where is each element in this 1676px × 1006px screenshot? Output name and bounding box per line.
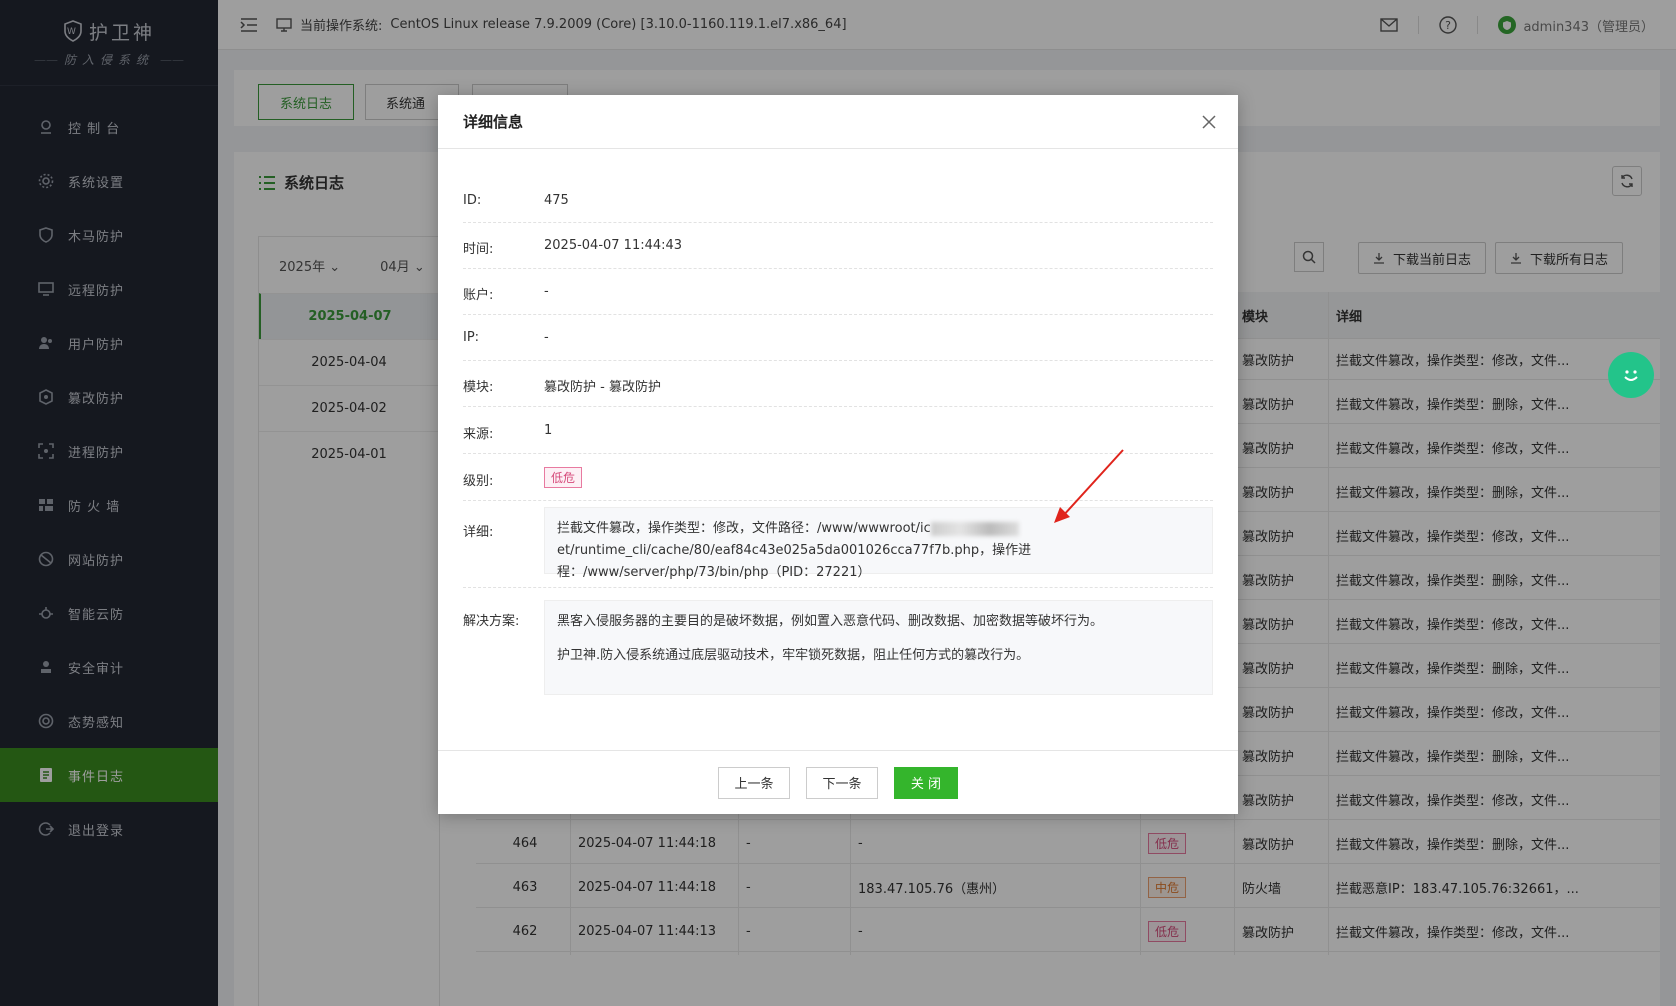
- time-value: 2025-04-07 11:44:43: [544, 238, 683, 253]
- row-ip: IP: -: [463, 315, 1213, 361]
- time-label: 时间:: [463, 242, 494, 257]
- row-solution: 解决方案: 黑客入侵服务器的主要目的是破坏数据，例如置入恶意代码、删改数据、加密…: [463, 588, 1213, 708]
- row-id: ID: 475: [463, 177, 1213, 223]
- source-label: 来源:: [463, 427, 494, 442]
- solution-box: 黑客入侵服务器的主要目的是破坏数据，例如置入恶意代码、删改数据、加密数据等破坏行…: [544, 600, 1213, 695]
- solution-line-1: 黑客入侵服务器的主要目的是破坏数据，例如置入恶意代码、删改数据、加密数据等破坏行…: [557, 614, 1104, 629]
- source-value: 1: [544, 423, 553, 438]
- level-value-wrap: 低危: [544, 467, 583, 488]
- id-value: 475: [544, 193, 569, 208]
- account-value: -: [544, 284, 549, 299]
- row-module: 模块: 篡改防护 - 篡改防护: [463, 361, 1213, 407]
- id-label: ID:: [463, 193, 482, 208]
- modal-title: 详细信息: [438, 95, 1238, 149]
- detail-modal: 详细信息 ID: 475 时间: 2025-04-07 11:44:43 账户:…: [438, 95, 1238, 814]
- smile-icon: [1624, 370, 1638, 381]
- detail-text-prefix: 拦截文件篡改，操作类型：修改，文件路径：/www/wwwroot/ic: [557, 521, 931, 536]
- solution-label: 解决方案:: [463, 614, 520, 629]
- close-icon[interactable]: [1200, 113, 1218, 131]
- chat-button[interactable]: [1608, 352, 1654, 398]
- row-account: 账户: -: [463, 269, 1213, 315]
- redacted-blur: [930, 521, 1019, 536]
- ip-value: -: [544, 330, 549, 345]
- level-badge: 低危: [544, 467, 583, 488]
- module-label: 模块:: [463, 380, 494, 395]
- detail-text-suffix: et/runtime_cli/cache/80/eaf84c43e025a5da…: [557, 543, 1032, 580]
- level-label: 级别:: [463, 474, 494, 489]
- ip-label: IP:: [463, 330, 480, 345]
- prev-button[interactable]: 上一条: [718, 766, 790, 799]
- solution-line-2: 护卫神.防入侵系统通过底层驱动技术，牢牢锁死数据，阻止任何方式的篡改行为。: [557, 648, 1030, 663]
- account-label: 账户:: [463, 288, 494, 303]
- modal-footer: 上一条 下一条 关 闭: [438, 750, 1238, 814]
- annotation-arrow: [1054, 449, 1124, 523]
- row-time: 时间: 2025-04-07 11:44:43: [463, 223, 1213, 269]
- close-button[interactable]: 关 闭: [894, 766, 958, 799]
- next-button[interactable]: 下一条: [806, 766, 878, 799]
- detail-label: 详细:: [463, 525, 494, 540]
- module-value: 篡改防护 - 篡改防护: [544, 380, 661, 395]
